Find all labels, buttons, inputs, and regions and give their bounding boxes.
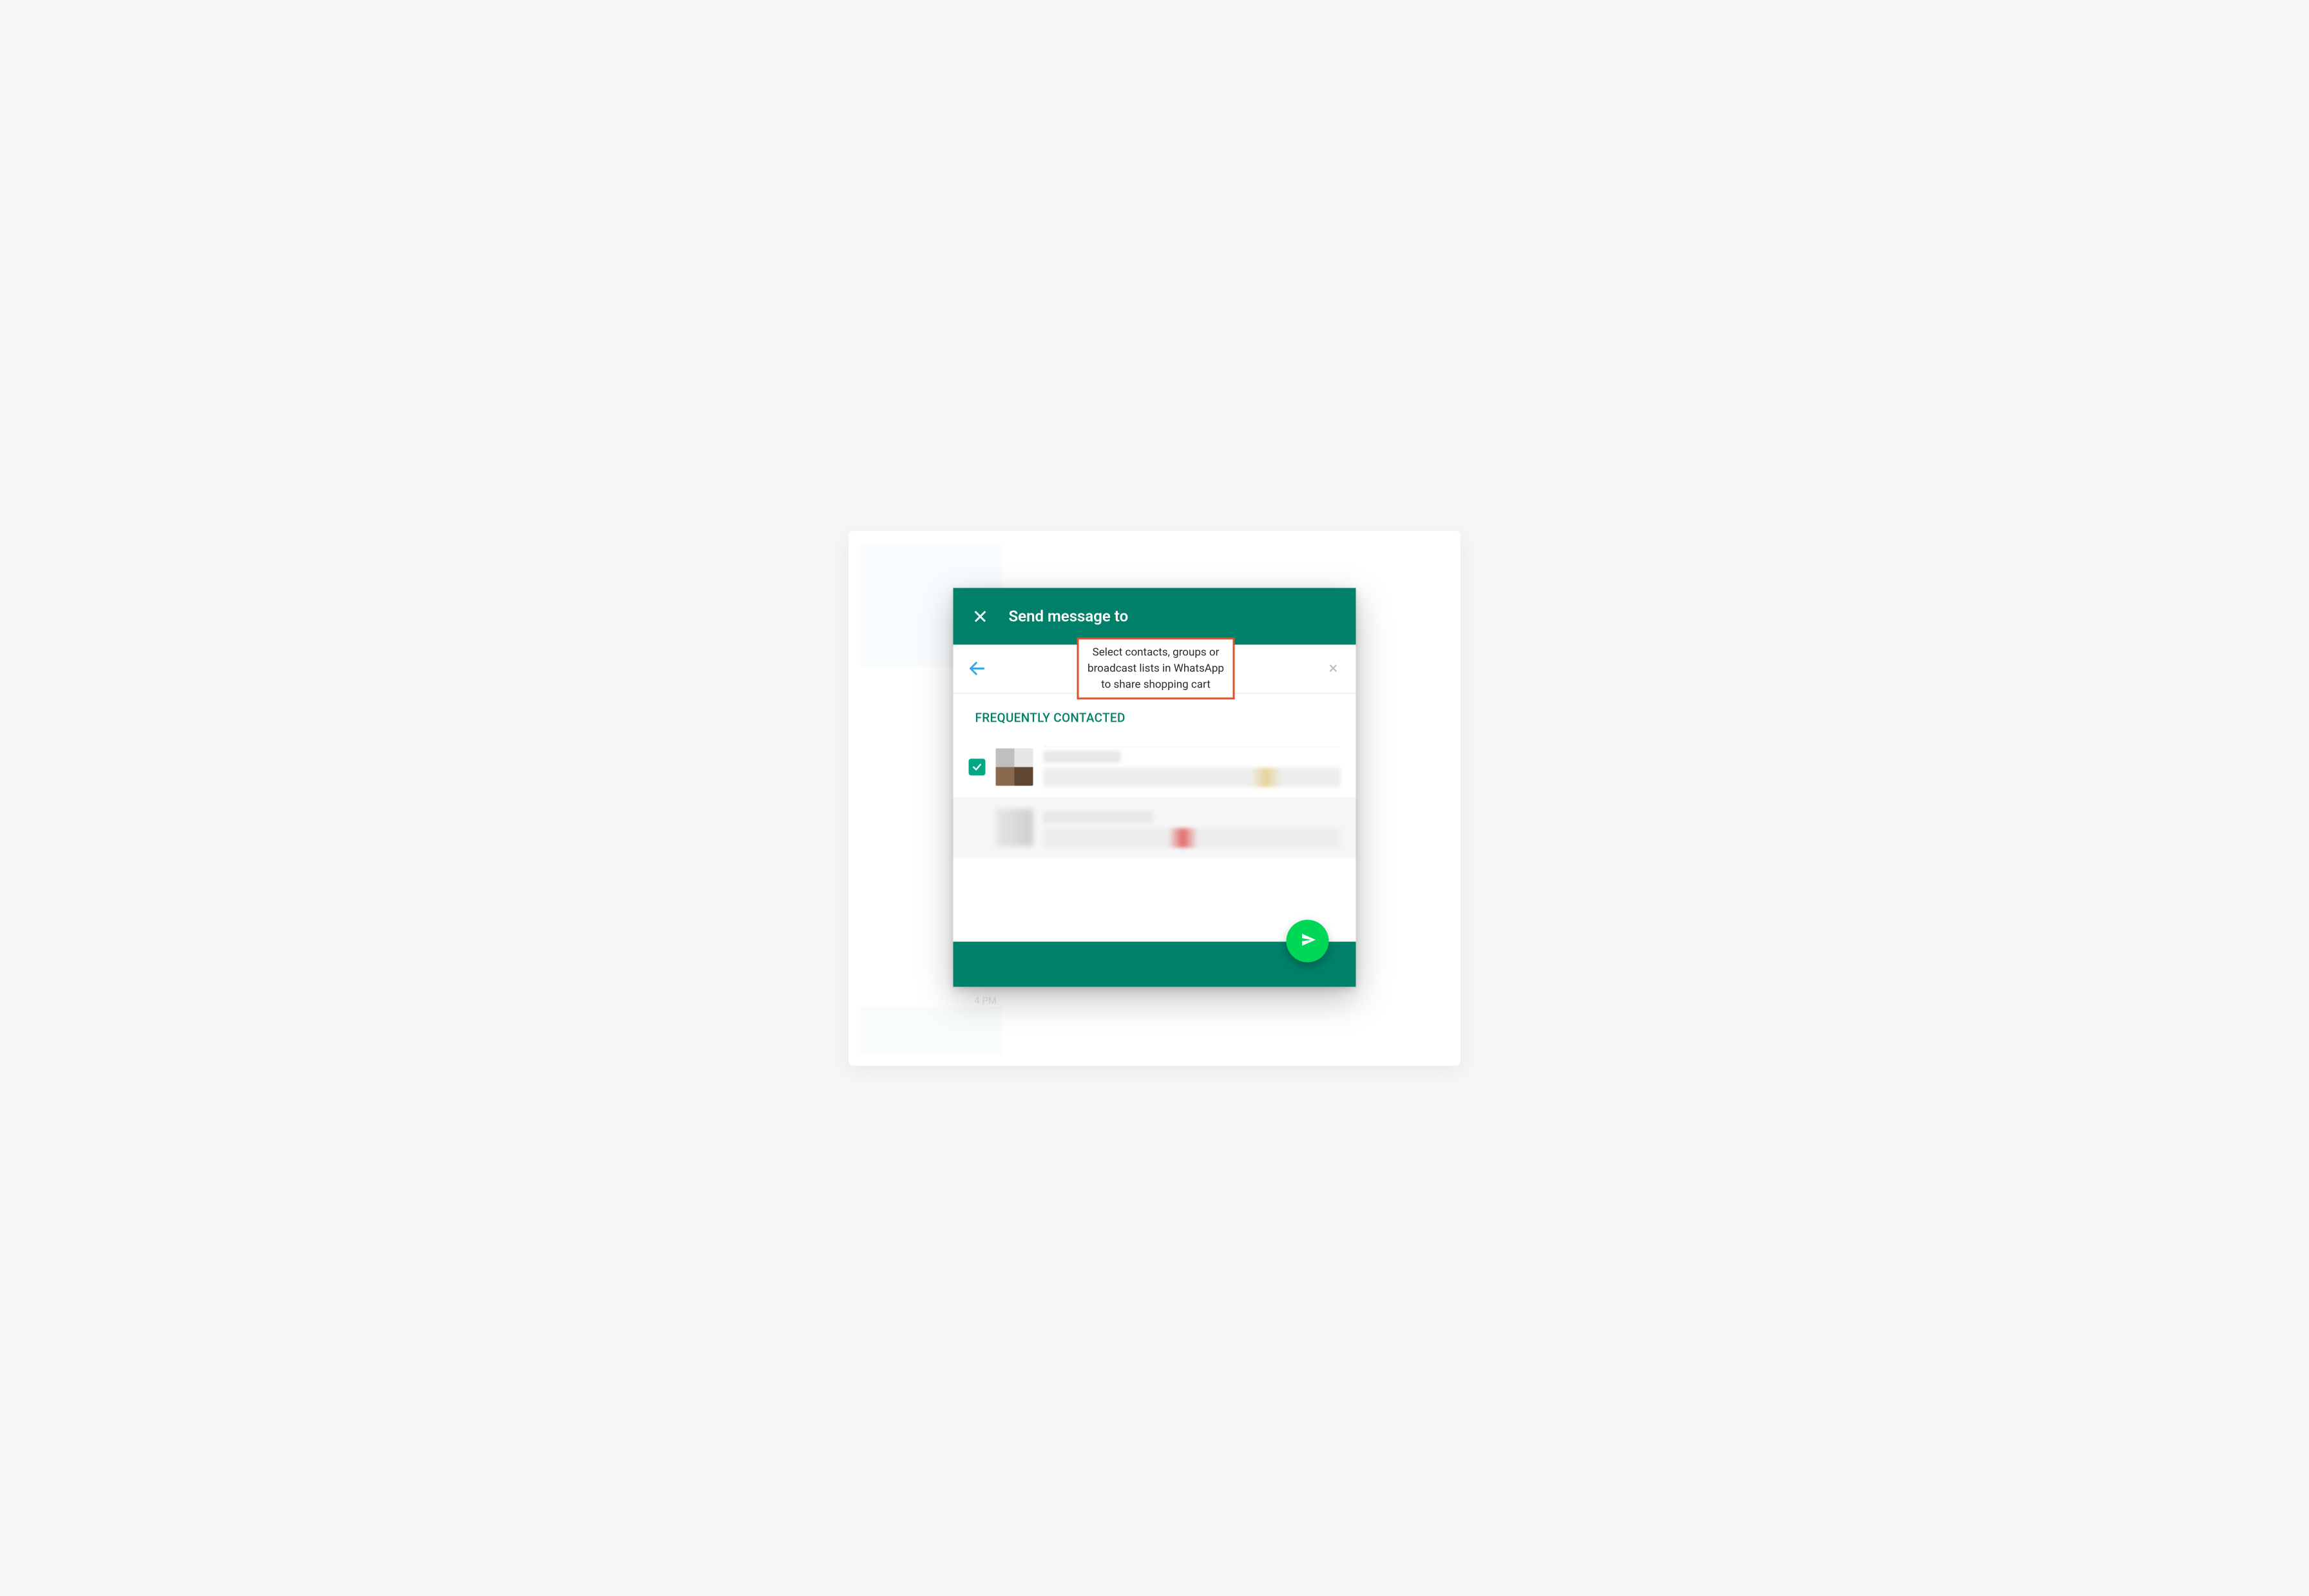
callout-line-3: to share shopping cart <box>1087 677 1224 693</box>
modal-header: Send message to <box>953 588 1356 644</box>
callout-line-1: Select contacts, groups or <box>1087 645 1224 661</box>
contact-status-redacted <box>1044 828 1341 847</box>
contact-body <box>1044 807 1341 847</box>
contact-name-redacted <box>1044 751 1121 763</box>
send-message-modal: Send message to Select contacts, groups … <box>953 588 1356 986</box>
send-button[interactable] <box>1287 919 1329 962</box>
clear-search-icon[interactable]: × <box>1323 659 1343 678</box>
contact-row-2[interactable] <box>953 797 1356 858</box>
contact-status-redacted <box>1044 768 1341 787</box>
screenshot-container: rday2 AM5 PM15 PM4 PM4 PM ne conn sync m… <box>848 531 1461 1066</box>
contact-row-1[interactable] <box>953 736 1356 797</box>
checkbox-checked-icon[interactable] <box>969 758 986 775</box>
callout-line-2: broadcast lists in WhatsApp <box>1087 661 1224 677</box>
avatar <box>996 809 1033 846</box>
avatar <box>996 748 1033 785</box>
contact-name-redacted <box>1044 811 1153 823</box>
checkbox-unchecked[interactable] <box>969 819 986 836</box>
contact-body <box>1044 747 1341 787</box>
modal-footer <box>953 941 1356 986</box>
search-row: Select contacts, groups or broadcast lis… <box>953 644 1356 693</box>
back-arrow-icon[interactable] <box>966 658 988 680</box>
close-icon[interactable] <box>972 607 990 625</box>
contact-list <box>953 736 1356 858</box>
instruction-callout: Select contacts, groups or broadcast lis… <box>1077 638 1235 700</box>
modal-title: Send message to <box>1009 607 1129 625</box>
send-icon <box>1298 930 1317 951</box>
frequently-contacted-label: FREQUENTLY CONTACTED <box>953 693 1356 736</box>
